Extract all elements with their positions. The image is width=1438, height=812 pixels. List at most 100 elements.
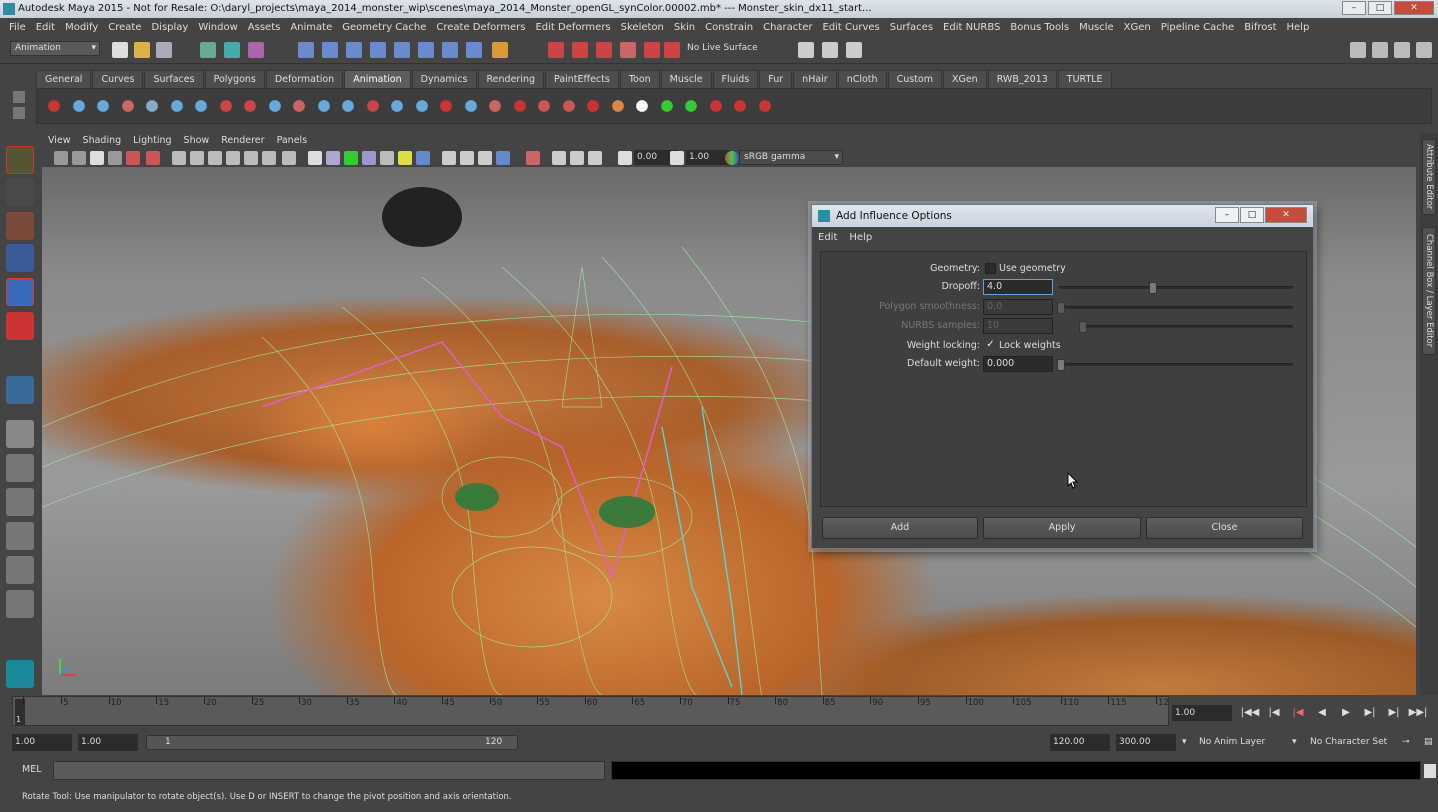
play-forwards-icon[interactable]: ▶ (1336, 705, 1356, 721)
animation-start-field[interactable]: 1.00 (12, 734, 72, 751)
panel-menu-renderer[interactable]: Renderer (215, 133, 270, 149)
mirror-joint-icon[interactable] (214, 95, 237, 117)
default-weight-thumb[interactable] (1057, 359, 1065, 371)
panel-menu-show[interactable]: Show (178, 133, 216, 149)
view-transform-dropdown[interactable]: sRGB gamma (739, 150, 843, 165)
step-forward-frame-icon[interactable]: ▶| (1384, 705, 1404, 721)
detach-skin-icon[interactable] (435, 95, 457, 117)
menu-create[interactable]: Create (103, 22, 146, 33)
isolate-select-icon[interactable] (496, 151, 510, 165)
rigid-bind-icon[interactable] (410, 95, 433, 117)
shelf-tab-general[interactable]: General (36, 70, 92, 88)
menu-bifrost[interactable]: Bifrost (1239, 22, 1281, 33)
anim-layer-selector[interactable]: No Anim Layer (1199, 734, 1265, 751)
menu-surfaces[interactable]: Surfaces (885, 22, 938, 33)
multisample-aa-icon[interactable] (460, 151, 474, 165)
close-window-button[interactable]: ✕ (1394, 1, 1434, 15)
character-set-selector[interactable]: No Character Set (1310, 734, 1387, 751)
render-settings-icon[interactable] (596, 42, 612, 58)
scale-tool-icon[interactable] (6, 312, 34, 340)
shelf-tab-rwb-2013[interactable]: RWB_2013 (987, 70, 1057, 88)
close-button[interactable]: Close (1146, 517, 1303, 539)
joint-tool-icon[interactable] (6, 376, 34, 404)
channel-box-tab[interactable]: Channel Box / Layer Editor (1422, 227, 1436, 355)
panel-menu-lighting[interactable]: Lighting (127, 133, 177, 149)
shelf-tab-turtle[interactable]: TURTLE (1057, 70, 1112, 88)
playback-end-field[interactable]: 120.00 (1050, 734, 1110, 751)
shelf-tab-toon[interactable]: Toon (619, 70, 660, 88)
shelf-tab-deformation[interactable]: Deformation (265, 70, 344, 88)
shelf-tab-polygons[interactable]: Polygons (204, 70, 265, 88)
menu-xgen[interactable]: XGen (1119, 22, 1156, 33)
menu-animate[interactable]: Animate (285, 22, 337, 33)
menu-assets[interactable]: Assets (243, 22, 286, 33)
outliner-persp-layout-icon[interactable] (6, 488, 34, 516)
select-component-icon[interactable] (248, 42, 264, 58)
grease-pencil-icon[interactable] (126, 151, 140, 165)
open-scene-icon[interactable] (134, 42, 150, 58)
safe-title-icon[interactable] (282, 151, 296, 165)
shelf-tab-fur[interactable]: Fur (759, 70, 793, 88)
render-current-frame-icon[interactable] (548, 42, 564, 58)
new-scene-icon[interactable] (112, 42, 128, 58)
menu-file[interactable]: File (4, 22, 31, 33)
image-plane-icon[interactable] (90, 151, 104, 165)
animation-preferences-icon[interactable]: ▤ (1424, 734, 1433, 751)
field-chart-icon[interactable] (244, 151, 258, 165)
use-all-lights-icon[interactable] (380, 151, 394, 165)
apply-button[interactable]: Apply (983, 517, 1141, 539)
snap-curve-icon[interactable] (322, 42, 338, 58)
make-live-icon[interactable] (394, 42, 410, 58)
shelf-menu-icon[interactable] (13, 91, 25, 103)
grid-toggle-icon[interactable] (172, 151, 186, 165)
aim-constraint-icon[interactable] (680, 95, 702, 117)
set-key-icon[interactable] (631, 95, 653, 117)
menu-edit-nurbs[interactable]: Edit NURBS (938, 22, 1005, 33)
camera-attributes-icon[interactable] (54, 151, 68, 165)
dialog-menu-help[interactable]: Help (843, 229, 878, 247)
xray-active-components-icon[interactable] (570, 151, 584, 165)
shelf-tab-animation[interactable]: Animation (344, 70, 411, 88)
orient-constraint-icon[interactable] (704, 95, 727, 117)
snap-view-plane-icon[interactable] (370, 42, 386, 58)
smooth-bind-icon[interactable] (361, 95, 384, 117)
shelf-tab-xgen[interactable]: XGen (942, 70, 987, 88)
select-tool-icon[interactable] (6, 146, 34, 174)
lock-weights-checkbox[interactable]: ✓ (985, 340, 996, 351)
magnet-icon[interactable] (664, 42, 680, 58)
help-icon[interactable] (466, 42, 482, 58)
key-icon[interactable]: ⊸ (1402, 734, 1410, 751)
menu-edit[interactable]: Edit (31, 22, 60, 33)
go-to-bind-pose-icon[interactable] (459, 95, 482, 117)
modeling-toolkit-icon[interactable] (1350, 42, 1366, 58)
gamma-field[interactable]: 1.00 (686, 150, 730, 165)
shelf-tab-muscle[interactable]: Muscle (660, 70, 712, 88)
graph-editor-layout-icon[interactable] (6, 522, 34, 550)
menu-display[interactable]: Display (146, 22, 193, 33)
safe-action-icon[interactable] (262, 151, 276, 165)
construction-history-icon[interactable] (442, 42, 458, 58)
mel-input[interactable] (53, 761, 605, 780)
scale-constraint-icon[interactable] (753, 95, 776, 117)
ik-spline-tool-icon[interactable] (67, 95, 90, 117)
select-hierarchy-icon[interactable] (200, 42, 216, 58)
depth-of-field-icon[interactable] (478, 151, 492, 165)
step-back-key-icon[interactable]: |◀ (1288, 705, 1308, 721)
resolution-gate-icon[interactable] (208, 151, 222, 165)
shelf-tab-curves[interactable]: Curves (92, 70, 144, 88)
add-influence-icon[interactable] (508, 95, 531, 117)
dialog-title-bar[interactable]: Add Influence Options – □ ✕ (812, 205, 1313, 227)
motion-blur-icon[interactable] (442, 151, 456, 165)
select-object-icon[interactable] (224, 42, 240, 58)
color-management-icon[interactable] (725, 151, 739, 165)
backface-culling-icon[interactable] (588, 151, 602, 165)
dialog-minimize-button[interactable]: – (1215, 207, 1239, 223)
orient-joint-icon[interactable] (239, 95, 261, 117)
mirror-weights-icon[interactable] (582, 95, 604, 117)
dropoff-slider[interactable] (1059, 282, 1293, 294)
dropoff-slider-thumb[interactable] (1149, 282, 1158, 294)
time-slider[interactable]: 1 5 10 15 20 25 30 35 40 45 50 55 60 65 70 75 80 85 90 95 1… (12, 696, 1169, 726)
menu-geometry-cache[interactable]: Geometry Cache (337, 22, 431, 33)
hypershade-icon[interactable] (620, 42, 636, 58)
panel-menu-view[interactable]: View (42, 133, 77, 149)
